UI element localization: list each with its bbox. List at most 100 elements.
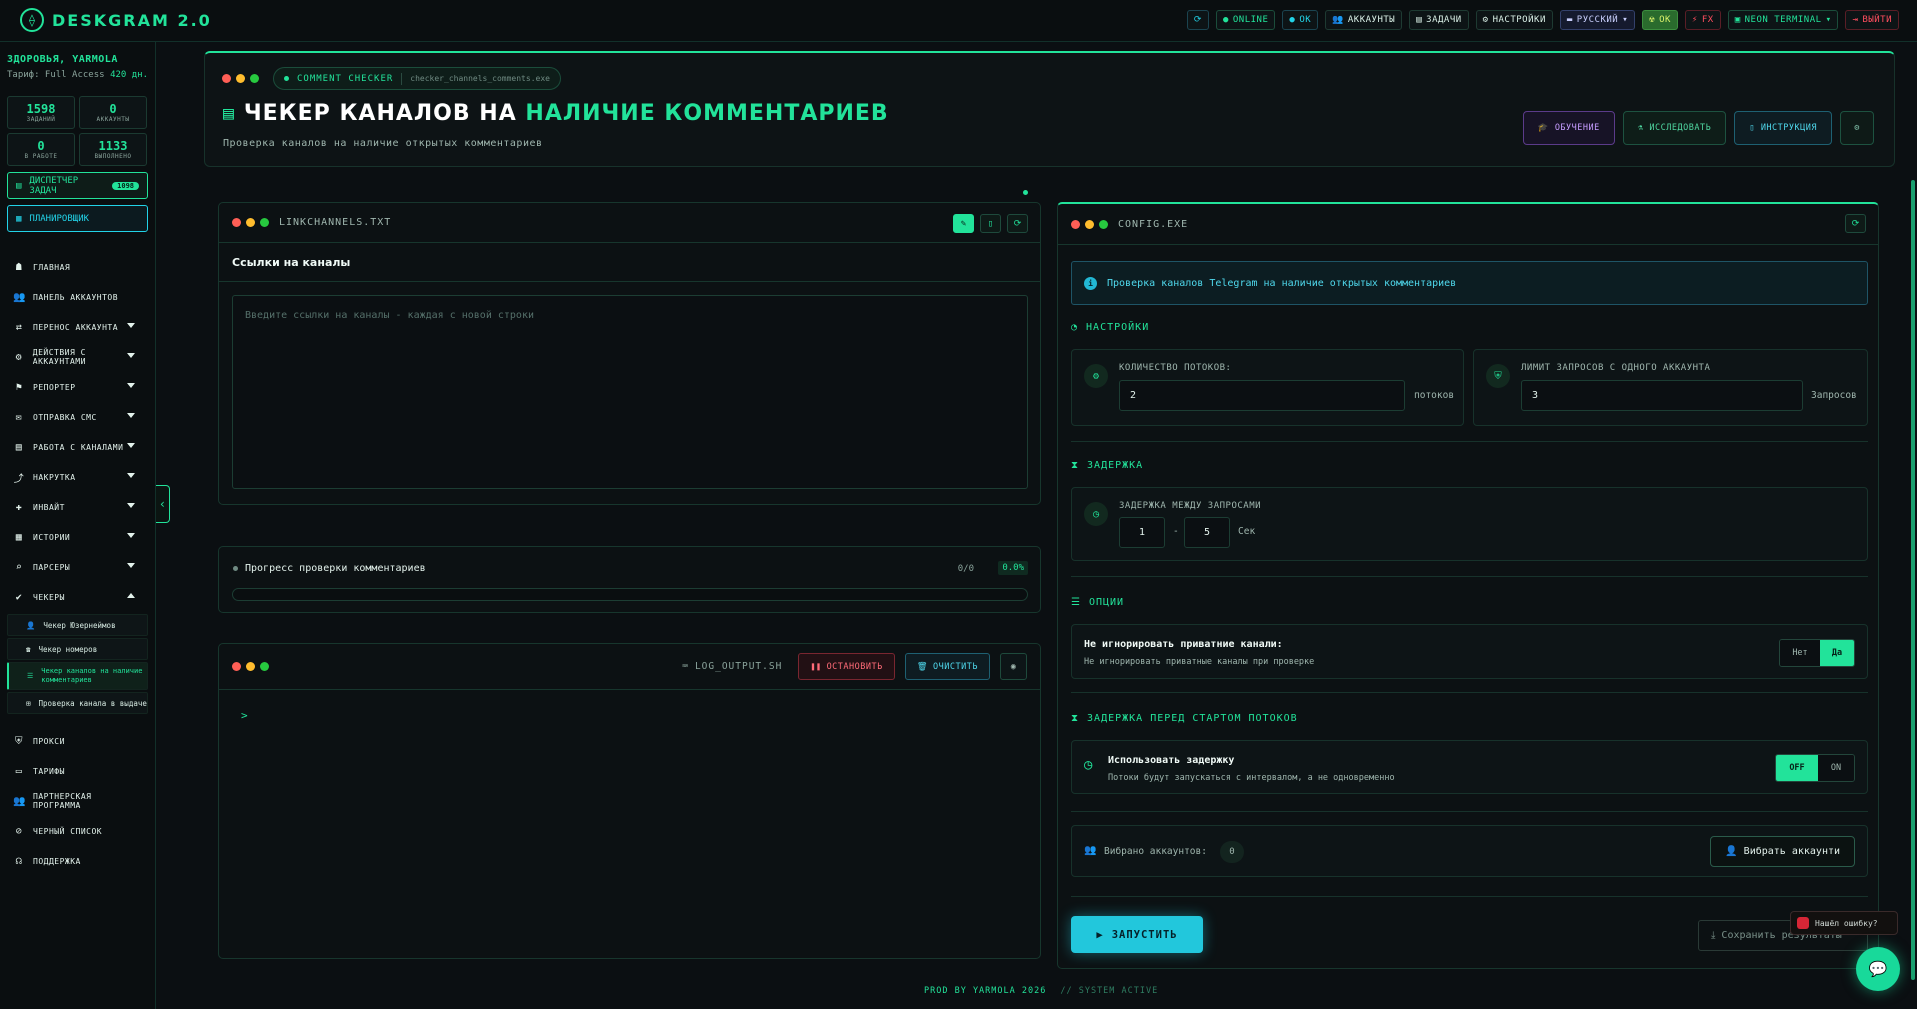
import-button[interactable]: ✎ bbox=[953, 214, 974, 233]
info-icon: i bbox=[1084, 276, 1097, 290]
theme-select[interactable]: ▣ NEON TERMINAL ▾ bbox=[1727, 10, 1839, 30]
refresh-button[interactable]: ⟳ bbox=[1186, 10, 1209, 30]
toggle-on[interactable]: ON bbox=[1818, 755, 1854, 781]
trash-icon: 🗑 bbox=[916, 661, 929, 672]
ban-icon: ⊘ bbox=[15, 825, 23, 837]
window-dots bbox=[222, 74, 259, 83]
sidebar-item-partner[interactable]: 👥 ПАРТНЕРСКАЯ ПРОГРАММА bbox=[0, 786, 155, 816]
reset-links-button[interactable]: ⟳ bbox=[1007, 214, 1028, 233]
stats-grid: 1598 ЗАДАНИЙ 0 АККАУНТЫ 0В РАБОТЕ 1133 ВЫПО… bbox=[0, 96, 155, 166]
sidebar-item-tariffs[interactable]: ▭ ТАРИФЫ bbox=[0, 756, 155, 786]
sidebar-subitem-comments-checker[interactable]: ☰ Чекер каналов на наличие комментариев bbox=[7, 662, 148, 690]
start-delay-toggle[interactable]: OFF ON bbox=[1775, 754, 1855, 782]
load-file-button[interactable]: ▯ bbox=[980, 214, 1001, 233]
trend-icon: ⤴ bbox=[13, 473, 25, 485]
toggle-no[interactable]: Нет bbox=[1780, 640, 1820, 666]
scheduler-button[interactable]: ▦ ПЛАНИРОВЩИК bbox=[7, 205, 148, 232]
clear-log-button[interactable]: 🗑 ОЧИСТИТЬ bbox=[904, 653, 990, 680]
module-chip: COMMENT CHECKER checker_channels_comment… bbox=[273, 67, 561, 90]
refresh-icon: ⟳ bbox=[1851, 218, 1860, 229]
threads-input[interactable] bbox=[1119, 380, 1405, 411]
task-dispatcher-button[interactable]: ▤ ДИСПЕТЧЕР ЗАДАЧ 1098 bbox=[7, 172, 148, 199]
delay-min-input[interactable] bbox=[1119, 517, 1165, 548]
channel-icon: ▤ bbox=[15, 441, 23, 453]
sidebar-item-sms[interactable]: ✉ ОТПРАВКА СМС bbox=[0, 402, 155, 432]
user-check-icon: 👤 bbox=[26, 620, 36, 630]
sidebar-item-blacklist[interactable]: ⊘ ЧЕРНЫЙ СПИСОК bbox=[0, 816, 155, 846]
sidebar-item-stories[interactable]: ▦ ИСТОРИИ bbox=[0, 522, 155, 552]
sidebar-item-channels[interactable]: ▤ РАБОТА С КАНАЛАМИ bbox=[0, 432, 155, 462]
user-gear-icon: ⚙ bbox=[15, 351, 23, 363]
headset-icon: ☊ bbox=[15, 855, 23, 867]
progress-label: Прогресс проверки комментариев bbox=[233, 563, 426, 574]
tasks-button[interactable]: ▤ ЗАДАЧИ bbox=[1409, 10, 1469, 30]
logout-button[interactable]: ⇥ ВЫЙТИ bbox=[1845, 10, 1899, 30]
dot-green-icon bbox=[250, 74, 259, 83]
chevron-down-icon bbox=[127, 383, 135, 388]
sidebar-item-support[interactable]: ☊ ПОДДЕРЖКА bbox=[0, 846, 155, 876]
search-icon: ⌕ bbox=[15, 561, 23, 573]
language-select[interactable]: ▬ РУССКИЙ ▾ bbox=[1559, 10, 1636, 30]
toggle-off[interactable]: OFF bbox=[1776, 755, 1818, 781]
manual-button[interactable]: ▯ ИНСТРУКЦИЯ bbox=[1734, 111, 1832, 145]
page-settings-button[interactable]: ⚙ bbox=[1840, 111, 1874, 145]
sidebar-subitem-search-check[interactable]: ⊞ Проверка канала в выдаче bbox=[7, 692, 148, 714]
learn-button[interactable]: 🎓 ОБУЧЕНИЕ bbox=[1522, 111, 1615, 145]
cpu-icon: ⚙ bbox=[1084, 364, 1108, 388]
sidebar-item-parsers[interactable]: ⌕ ПАРСЕРЫ bbox=[0, 552, 155, 582]
sidebar-item-boost[interactable]: ⤴ НАКРУТКА bbox=[0, 462, 155, 492]
limit-input[interactable] bbox=[1521, 380, 1803, 411]
settings-button[interactable]: ⚙ НАСТРОЙКИ bbox=[1475, 10, 1553, 30]
private-channels-toggle[interactable]: Нет Да bbox=[1779, 639, 1855, 667]
fx-button[interactable]: ⚡ FX bbox=[1684, 10, 1721, 30]
dot-green-icon bbox=[1099, 219, 1108, 229]
message-icon: ✉ bbox=[15, 411, 23, 423]
eye-icon: ◉ bbox=[1010, 661, 1017, 672]
accounts-button[interactable]: 👥 АККАУНТЫ bbox=[1325, 10, 1403, 30]
log-panel-header: ⌨ LOG_OUTPUT.SH ❚❚ ОСТАНОВИТЬ 🗑 ОЧИСТИТЬ ◉ bbox=[219, 644, 1040, 690]
gear-icon: ⚙ bbox=[1482, 15, 1489, 25]
stop-button[interactable]: ❚❚ ОСТАНОВИТЬ bbox=[798, 653, 895, 680]
toggle-view-button[interactable]: ◉ bbox=[1000, 653, 1027, 680]
sidebar-item-invite[interactable]: ✚ ИНВАЙТ bbox=[0, 492, 155, 522]
divider bbox=[1071, 811, 1868, 812]
sidebar-item-account-transfer[interactable]: ⇄ ПЕРЕНОС АККАУНТА bbox=[0, 312, 155, 342]
ok-indicator-button[interactable]: ☢ ОК bbox=[1642, 10, 1678, 30]
explore-button[interactable]: ⚗ ИССЛЕДОВАТЬ bbox=[1622, 111, 1727, 145]
sidebar-item-accounts-panel[interactable]: 👥 ПАНЕЛЬ АККАУНТОВ bbox=[0, 282, 155, 312]
sidebar-subitem-phone-checker[interactable]: ☎ Чекер номеров bbox=[7, 638, 148, 660]
links-textarea[interactable] bbox=[232, 295, 1028, 489]
choose-accounts-button[interactable]: 👤 Вибрать аккаунти bbox=[1710, 836, 1855, 867]
clipboard-icon: ▤ bbox=[1416, 15, 1423, 25]
home-icon: ☗ bbox=[15, 261, 23, 273]
sidebar-item-home[interactable]: ☗ ГЛАВНАЯ bbox=[0, 252, 155, 282]
config-refresh-button[interactable]: ⟳ bbox=[1845, 214, 1866, 233]
chat-icon: 💬 bbox=[1868, 960, 1888, 978]
refresh-icon: ⟳ bbox=[1193, 15, 1202, 25]
page-subtitle: Проверка каналов на наличие открытых ком… bbox=[223, 138, 543, 149]
chevron-down-icon: ▾ bbox=[1622, 15, 1629, 25]
chat-button[interactable]: 💬 bbox=[1856, 947, 1900, 991]
sidebar-item-account-actions[interactable]: ⚙ ДЕЙСТВИЯ С АККАУНТАМИ bbox=[0, 342, 155, 372]
check-circle-icon: ✔ bbox=[15, 591, 23, 603]
window-dots bbox=[1071, 219, 1108, 229]
sidebar-item-proxy[interactable]: ⛨ ПРОКСИ bbox=[0, 726, 155, 756]
sidebar-item-reporter[interactable]: ⚑ РЕПОРТЕР bbox=[0, 372, 155, 402]
sidebar-subitem-username-checker[interactable]: 👤 Чекер Юзернеймов bbox=[7, 614, 148, 636]
start-button[interactable]: ▶ ЗАПУСТИТЬ bbox=[1071, 916, 1203, 953]
page-scrollbar[interactable] bbox=[1911, 180, 1915, 980]
links-panel-header: LINKCHANNELS.TXT ✎ ▯ ⟳ bbox=[219, 203, 1040, 243]
divider bbox=[1071, 576, 1868, 577]
monitor-icon: ▣ bbox=[1734, 15, 1741, 25]
chevron-down-icon bbox=[127, 503, 135, 508]
sidebar-item-checkers[interactable]: ✔ ЧЕКЕРЫ bbox=[0, 582, 155, 612]
report-bug-button[interactable]: Нашёл ошибку? bbox=[1790, 911, 1898, 935]
stories-icon: ▦ bbox=[15, 531, 23, 543]
book-icon: ▯ bbox=[1749, 123, 1755, 133]
sidebar-collapse-button[interactable]: ‹ bbox=[156, 485, 170, 523]
window-dots bbox=[232, 662, 269, 671]
delay-max-input[interactable] bbox=[1184, 517, 1230, 548]
toggle-yes[interactable]: Да bbox=[1820, 640, 1854, 666]
card-icon: ▭ bbox=[15, 765, 23, 777]
app-logo[interactable]: ⟠ DESKGRAM 2.0 bbox=[20, 8, 212, 32]
